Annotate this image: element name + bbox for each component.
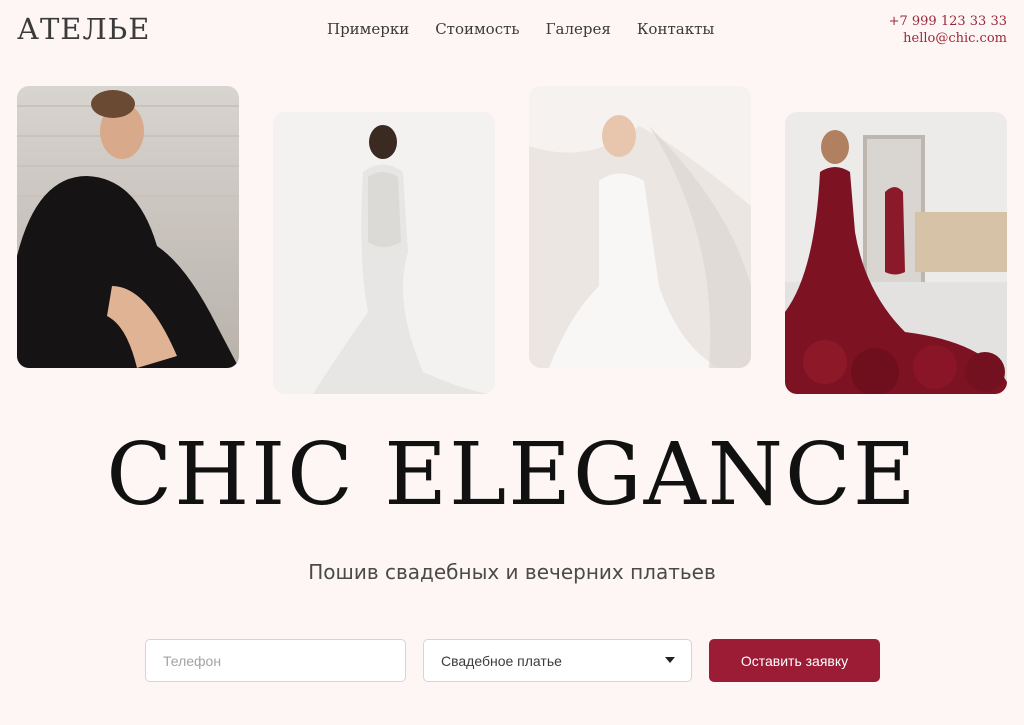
hero-subtitle: Пошив свадебных и вечерних платьев — [308, 560, 716, 584]
main-nav: Примерки Стоимость Галерея Контакты — [327, 20, 714, 38]
hero-title: CHIC ELEGANCE — [106, 425, 918, 525]
nav-item-pricing[interactable]: Стоимость — [435, 20, 519, 38]
photo-burgundy-ruffle-gown — [785, 112, 1007, 394]
nav-item-fittings[interactable]: Примерки — [327, 20, 409, 38]
submit-request-button[interactable]: Оставить заявку — [709, 639, 880, 682]
photo-black-lace-dress — [17, 86, 239, 368]
phone-link[interactable]: +7 999 123 33 33 — [889, 13, 1007, 30]
email-link[interactable]: hello@chic.com — [889, 30, 1007, 47]
phone-input[interactable] — [145, 639, 406, 682]
caret-down-icon — [665, 657, 675, 663]
nav-item-contacts[interactable]: Контакты — [637, 20, 715, 38]
request-form: Свадебное платье Оставить заявку — [145, 639, 880, 682]
logo[interactable]: АТЕЛЬЕ — [17, 12, 150, 46]
contact-info: +7 999 123 33 33 hello@chic.com — [889, 13, 1007, 47]
dress-type-value: Свадебное платье — [441, 652, 562, 669]
nav-item-gallery[interactable]: Галерея — [546, 20, 611, 38]
photo-white-mermaid-gown — [273, 112, 495, 394]
dress-type-select[interactable]: Свадебное платье — [423, 639, 692, 682]
photo-bride-veil — [529, 86, 751, 368]
